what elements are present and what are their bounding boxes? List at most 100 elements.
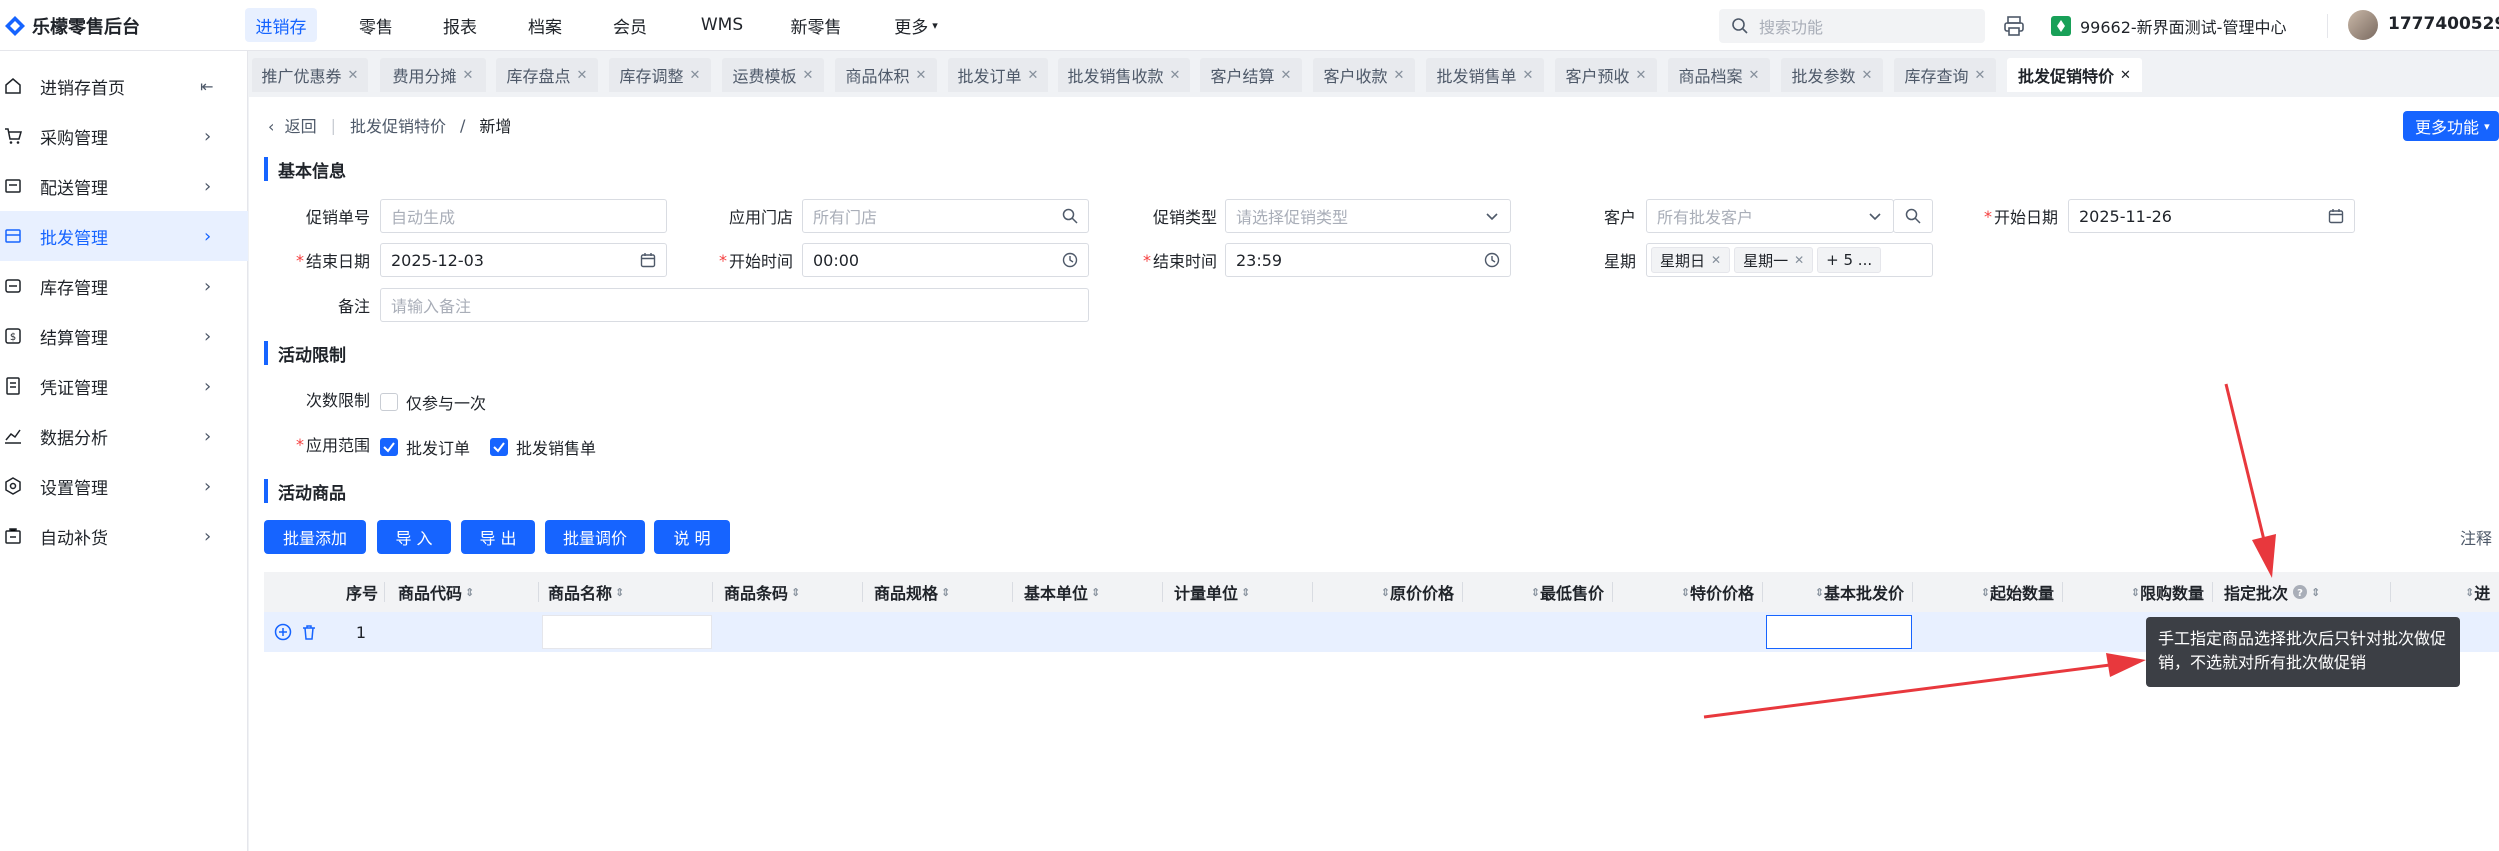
tab-item[interactable]: 客户预收 ✕ [1555, 58, 1657, 92]
column-header-sortable[interactable]: ⇕ 基本批发价 [1768, 572, 1904, 612]
close-icon[interactable]: ✕ [1170, 68, 1181, 83]
sort-icon[interactable]: ⇕ [2131, 586, 2140, 599]
import-button[interactable]: 导 入 [377, 520, 451, 554]
instructions-button[interactable]: 说 明 [654, 520, 730, 554]
sort-icon[interactable]: ⇕ [1241, 586, 1250, 599]
count-limit-checkbox[interactable]: 仅参与一次 [380, 390, 486, 414]
close-icon[interactable]: ✕ [916, 68, 927, 83]
column-header-sortable[interactable]: ⇕ 最低售价 [1488, 572, 1604, 612]
column-header-sortable[interactable]: 商品代码 ⇕ [398, 572, 474, 612]
nav-more[interactable]: 更多 ▾ [878, 8, 954, 42]
end-date-input[interactable]: 2025-12-03 [380, 243, 667, 277]
close-icon[interactable]: ✕ [1028, 68, 1039, 83]
weekday-select[interactable]: 星期日 ✕ 星期一 ✕ + 5 ... [1646, 243, 1933, 277]
nav-inventory[interactable]: 进销存 [245, 8, 317, 42]
sort-icon[interactable]: ⇕ [1531, 586, 1540, 599]
more-functions-button[interactable]: 更多功能 ▾ [2403, 111, 2499, 141]
sort-icon[interactable]: ⇕ [1815, 586, 1824, 599]
column-header-sortable[interactable]: 指定批次 ? ⇕ [2224, 572, 2320, 612]
customer-select[interactable]: 所有批发客户 [1646, 199, 1894, 233]
close-icon[interactable]: ✕ [2120, 68, 2131, 83]
scope-sales-checkbox[interactable]: 批发销售单 [490, 435, 596, 459]
close-icon[interactable]: ✕ [1281, 68, 1292, 83]
sidebar-item-replenish[interactable]: 自动补货 › [0, 511, 248, 561]
column-header-sortable[interactable]: 商品条码 ⇕ [724, 572, 800, 612]
remark-input[interactable]: 请输入备注 [380, 288, 1089, 322]
sidebar-item-purchase[interactable]: 采购管理 › [0, 111, 248, 161]
sidebar-item-inventory[interactable]: 库存管理 › [0, 261, 248, 311]
close-icon[interactable]: ✕ [1394, 68, 1405, 83]
close-icon[interactable]: ✕ [803, 68, 814, 83]
print-icon[interactable] [2003, 15, 2025, 37]
base-wholesale-price-input[interactable] [1766, 615, 1912, 649]
sort-icon[interactable]: ⇕ [2465, 586, 2474, 599]
nav-new-retail[interactable]: 新零售 [776, 8, 856, 42]
weekday-more-chip[interactable]: + 5 ... [1817, 247, 1882, 273]
column-header-sortable[interactable]: ⇕ 起始数量 [1938, 572, 2054, 612]
brand[interactable]: 乐檬零售后台 [4, 12, 140, 40]
column-header-sortable[interactable]: ⇕ 进 [2462, 572, 2490, 612]
collapse-sidebar-icon[interactable]: ⇤ [200, 77, 213, 96]
close-icon[interactable]: ✕ [1711, 253, 1721, 267]
column-header-sortable[interactable]: 基本单位 ⇕ [1024, 572, 1100, 612]
close-icon[interactable]: ✕ [1749, 68, 1760, 83]
start-time-input[interactable]: 00:00 [802, 243, 1089, 277]
back-link[interactable]: ‹ 返回 [268, 113, 317, 137]
goods-name-input[interactable] [542, 615, 712, 649]
promo-no-input[interactable]: 自动生成 [380, 199, 667, 233]
search-icon[interactable] [1062, 208, 1078, 224]
sort-icon[interactable]: ⇕ [1981, 586, 1990, 599]
delete-row-icon[interactable] [300, 623, 318, 641]
export-button[interactable]: 导 出 [461, 520, 535, 554]
tab-item[interactable]: 商品档案 ✕ [1668, 58, 1770, 92]
tab-item[interactable]: 费用分摊 ✕ [380, 58, 486, 92]
nav-member[interactable]: 会员 [594, 8, 666, 42]
column-header-sortable[interactable]: ⇕ 原价价格 [1338, 572, 1454, 612]
batch-add-button[interactable]: 批量添加 [264, 520, 366, 554]
sort-icon[interactable]: ⇕ [1381, 586, 1390, 599]
sidebar-item-settings[interactable]: 设置管理 › [0, 461, 248, 511]
tab-item[interactable]: 客户结算 ✕ [1200, 58, 1302, 92]
tab-item[interactable]: 推广优惠券 ✕ [252, 58, 368, 92]
nav-archive[interactable]: 档案 [509, 8, 581, 42]
nav-retail[interactable]: 零售 [340, 8, 412, 42]
close-icon[interactable]: ✕ [463, 68, 474, 83]
close-icon[interactable]: ✕ [1523, 68, 1534, 83]
close-icon[interactable]: ✕ [348, 68, 359, 83]
checkbox-checked[interactable] [380, 438, 398, 456]
store-input[interactable]: 所有门店 [802, 199, 1089, 233]
close-icon[interactable]: ✕ [1862, 68, 1873, 83]
tab-item[interactable]: 运费模板 ✕ [722, 58, 824, 92]
tab-item[interactable]: 商品体积 ✕ [835, 58, 937, 92]
store-selector[interactable]: 99662-新界面测试-管理中心 [2050, 12, 2286, 40]
sidebar-item-analytics[interactable]: 数据分析 › [0, 411, 248, 461]
tab-item[interactable]: 批发销售收款 ✕ [1058, 58, 1190, 92]
sort-icon[interactable]: ⇕ [2311, 586, 2320, 599]
column-header-sortable[interactable]: 商品名称 ⇕ [548, 572, 624, 612]
tab-item[interactable]: 库存盘点 ✕ [496, 58, 598, 92]
column-header-sortable[interactable]: 商品规格 ⇕ [874, 572, 950, 612]
info-icon[interactable]: ? [2292, 584, 2308, 600]
sidebar-item-settlement[interactable]: $ 结算管理 › [0, 311, 248, 361]
tab-item[interactable]: 库存调整 ✕ [609, 58, 711, 92]
column-header-sortable[interactable]: 计量单位 ⇕ [1174, 572, 1250, 612]
checkbox[interactable] [380, 393, 398, 411]
sort-icon[interactable]: ⇕ [941, 586, 950, 599]
start-date-input[interactable]: 2025-11-26 [2068, 199, 2355, 233]
nav-wms[interactable]: WMS [682, 8, 762, 42]
sort-icon[interactable]: ⇕ [615, 586, 624, 599]
sort-icon[interactable]: ⇕ [791, 586, 800, 599]
close-icon[interactable]: ✕ [690, 68, 701, 83]
user-phone[interactable]: 17774005297 [2388, 14, 2499, 34]
sidebar-item-voucher[interactable]: 凭证管理 › [0, 361, 248, 411]
customer-search-button[interactable] [1893, 199, 1933, 233]
column-header-sortable[interactable]: ⇕ 特价价格 [1638, 572, 1754, 612]
promo-type-select[interactable]: 请选择促销类型 [1225, 199, 1511, 233]
tab-item[interactable]: 库存查询 ✕ [1894, 58, 1996, 92]
tab-item[interactable]: 批发订单 ✕ [948, 58, 1048, 92]
sidebar-item-home[interactable]: 进销存首页 ⇤ [0, 61, 248, 111]
close-icon[interactable]: ✕ [577, 68, 588, 83]
batch-adjust-price-button[interactable]: 批量调价 [545, 520, 645, 554]
scope-order-checkbox[interactable]: 批发订单 [380, 435, 470, 459]
column-header-sortable[interactable]: ⇕ 限购数量 [2088, 572, 2204, 612]
